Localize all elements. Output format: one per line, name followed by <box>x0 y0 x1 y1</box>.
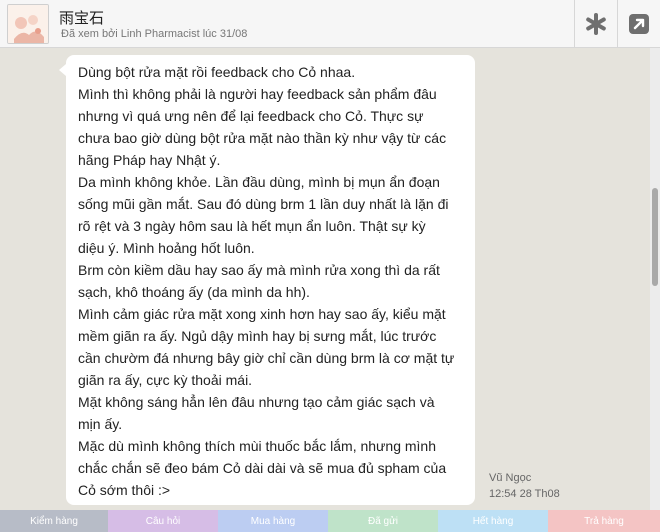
seen-status: Đã xem bởi Linh Pharmacist lúc 31/08 <box>61 28 248 40</box>
chat-header: 雨宝石 Đã xem bởi Linh Pharmacist lúc 31/08 <box>0 0 660 48</box>
message-bubble[interactable]: Dùng bột rửa mặt rồi feedback cho Cỏ nha… <box>59 55 475 505</box>
tab-3[interactable]: Mua hàng <box>218 510 328 532</box>
asterisk-icon <box>585 13 606 35</box>
message-line: cần chườm đá nhưng bây giờ chỉ cần dùng … <box>78 350 455 366</box>
message-list[interactable]: Dùng bột rửa mặt rồi feedback cho Cỏ nha… <box>0 48 652 510</box>
expand-button[interactable] <box>617 0 659 48</box>
message-line: Brm còn kiềm dầu hay sao ấy mà mình rửa … <box>78 262 440 278</box>
label-tab-bar: Kiểm hàng Câu hỏi Mua hàng Đã gửi Hết hàng Tr… <box>0 510 660 532</box>
sender-name: Vũ Ngọc <box>489 472 532 484</box>
menu-button[interactable] <box>574 0 616 48</box>
message-line: sạch, khô thoáng ấy (da mình da hh). <box>78 284 310 300</box>
message-line: chưa bao giờ dùng bột rửa mặt nào thần k… <box>78 130 447 146</box>
message-line: Cỏ sớm thôi :> <box>78 482 171 498</box>
message-line: Da mình không khỏe. Lần đầu dùng, mình b… <box>78 174 440 190</box>
message-line: sống mũi gần mắt. Sau đó dùng brm 1 lần … <box>78 196 449 212</box>
expand-arrow-icon <box>628 14 649 34</box>
tab-1[interactable]: Kiểm hàng <box>0 510 108 532</box>
message-line: hãng Pháp hay Nhật ý. <box>78 152 221 168</box>
message-line: nhưng vì quá ưng nên để lại feedback cho… <box>78 108 424 124</box>
scrollbar-thumb[interactable] <box>652 188 658 286</box>
message-line: Mặt không sáng hẳn lên đâu nhưng tạo cảm… <box>78 394 435 410</box>
message-timestamp: 12:54 28 Th08 <box>489 488 560 500</box>
tab-5[interactable]: Hết hàng <box>438 510 548 532</box>
message-line: chắc chắn sẽ đeo bám Cỏ dài dài và sẽ mu… <box>78 460 447 476</box>
message-line: giãn ra ấy, cực kỳ thoải mái. <box>78 372 253 388</box>
tab-2[interactable]: Câu hỏi <box>108 510 218 532</box>
message-line: Dùng bột rửa mặt rồi feedback cho Cỏ nha… <box>78 64 356 80</box>
message-line: diệu ý. Mình hoảng hốt luôn. <box>78 240 255 256</box>
avatar-illustration-icon <box>8 5 48 43</box>
tab-6[interactable]: Trả hàng <box>548 510 660 532</box>
message-line: Mặc dù mình không thích mùi thuốc bắc lắ… <box>78 438 437 454</box>
message-line: Mình cảm giác rửa mặt xong xinh hơn hay … <box>78 306 446 322</box>
message-line: rõ rệt và 3 ngày hôm sau là hết mụn ẩn l… <box>78 218 426 234</box>
contact-name[interactable]: 雨宝石 <box>59 7 104 28</box>
message-line: Mình thì không phải là người hay feedbac… <box>78 86 437 102</box>
tab-4[interactable]: Đã gửi <box>328 510 438 532</box>
message-line: mềm giãn ra ấy. Ngủ dậy mình hay bị sưng… <box>78 328 437 344</box>
message-line: mịn ấy. <box>78 416 123 432</box>
scrollbar[interactable] <box>650 48 660 510</box>
avatar[interactable] <box>7 4 49 44</box>
